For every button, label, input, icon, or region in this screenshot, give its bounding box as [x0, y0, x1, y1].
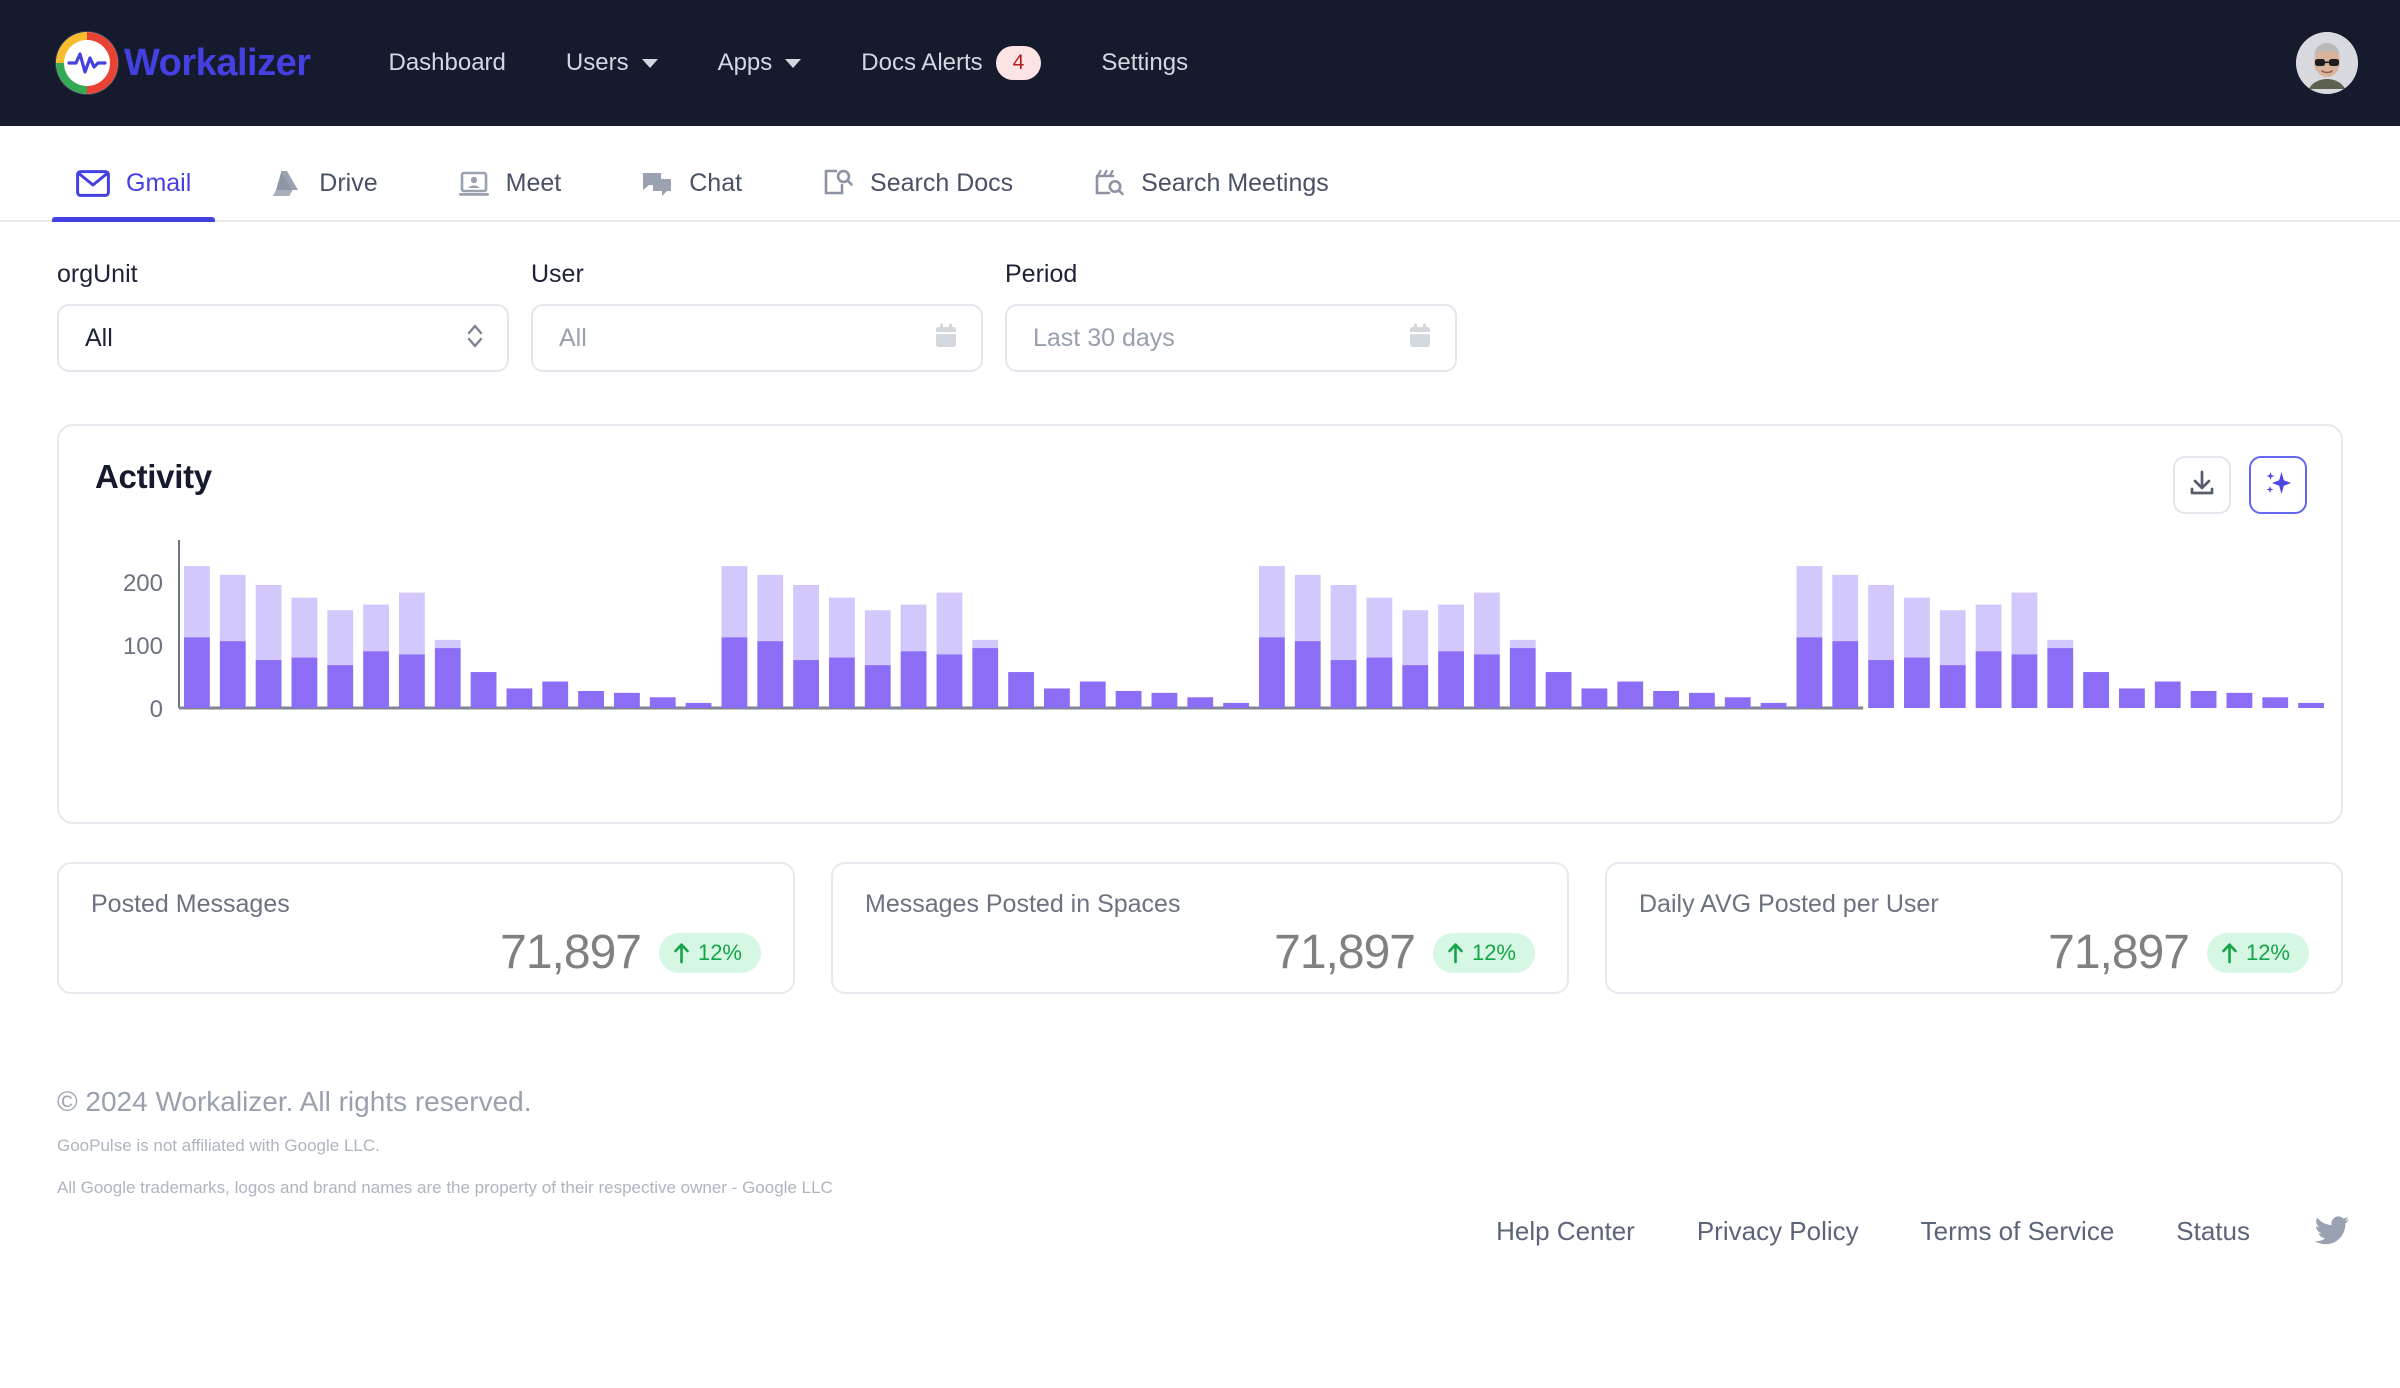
stat-card-posted-messages: Posted Messages 71,897 12% [57, 862, 795, 994]
footer-link-help-center[interactable]: Help Center [1496, 1216, 1635, 1247]
activity-title: Activity [95, 458, 212, 495]
filter-label: Period [1005, 260, 1078, 288]
docs-alerts-badge: 4 [995, 46, 1042, 80]
footer-disclaimer-1: GooPulse is not affiliated with Google L… [57, 1136, 380, 1155]
svg-text:0: 0 [150, 696, 163, 723]
nav-link-users[interactable]: Users [536, 39, 688, 87]
footer-links: Help Center Privacy Policy Terms of Serv… [1496, 1216, 2250, 1247]
stat-row: 71,897 12% [1639, 925, 2309, 980]
chevron-down-icon [785, 58, 802, 68]
activity-card-actions [2173, 456, 2307, 514]
nav-link-dashboard[interactable]: Dashboard [358, 39, 535, 87]
calendar-icon [933, 322, 959, 355]
tab-gmail[interactable]: Gmail [52, 169, 216, 222]
tab-chat[interactable]: Chat [617, 169, 766, 220]
filter-label: orgUnit [57, 260, 138, 288]
orgunit-value: All [85, 323, 113, 352]
stat-card-daily-avg-posted-per-user: Daily AVG Posted per User 71,897 12% [1605, 862, 2343, 994]
activity-card: Activity 0 100 200 [57, 424, 2343, 824]
ai-insights-button[interactable] [2249, 456, 2307, 514]
period-input[interactable]: Last 30 days [1005, 304, 1457, 372]
twitter-link[interactable] [2314, 1216, 2350, 1246]
tab-label: Chat [689, 169, 743, 197]
nav-link-docs-alerts[interactable]: Docs Alerts 4 [831, 36, 1071, 89]
footer-link-privacy-policy[interactable]: Privacy Policy [1697, 1216, 1859, 1247]
nav-link-label: Apps [717, 49, 773, 76]
tab-label: Gmail [126, 169, 192, 197]
footer-link-status[interactable]: Status [2176, 1216, 2250, 1247]
filter-label: User [531, 260, 584, 288]
stat-delta: 12% [697, 939, 742, 965]
arrow-up-icon [2221, 942, 2238, 964]
stat-cards: Posted Messages 71,897 12% Messages Post… [0, 824, 2400, 994]
user-value: All [559, 323, 587, 352]
drive-icon [271, 170, 303, 198]
avatar[interactable] [2296, 32, 2358, 94]
chevron-updown-icon [465, 320, 485, 357]
gmail-icon [76, 170, 110, 197]
app-tabbar: Gmail Drive Meet Chat Search Docs Search… [0, 126, 2400, 222]
user-input[interactable]: All [531, 304, 983, 372]
arrow-up-icon [1447, 942, 1464, 964]
stat-delta: 12% [2245, 939, 2290, 965]
stat-delta: 12% [1471, 939, 1516, 965]
svg-text:100: 100 [123, 633, 163, 660]
search-meetings-icon [1093, 168, 1125, 198]
tab-label: Meet [505, 169, 562, 197]
tab-meet[interactable]: Meet [434, 169, 586, 220]
filter-user: User All [531, 260, 983, 372]
sparkle-icon [2263, 468, 2293, 503]
download-icon [2187, 468, 2217, 503]
activity-chart-svg[interactable]: 0 100 200 [59, 536, 2339, 736]
footer-copyright: © 2024 Workalizer. All rights reserved. [57, 1086, 532, 1117]
filter-bar: orgUnit All User All Period Last 30 days [0, 222, 2400, 372]
chevron-down-icon [641, 58, 658, 68]
orgunit-select[interactable]: All [57, 304, 509, 372]
tab-drive[interactable]: Drive [247, 169, 401, 220]
status-badge: 12% [658, 932, 761, 973]
stat-value: 71,897 [500, 926, 642, 979]
nav-link-settings[interactable]: Settings [1071, 39, 1218, 87]
search-docs-icon [822, 168, 854, 198]
nav-link-label: Settings [1101, 49, 1189, 76]
stat-label: Daily AVG Posted per User [1639, 890, 1939, 918]
period-value: Last 30 days [1033, 323, 1175, 352]
workalizer-logo-icon [56, 32, 118, 94]
nav-links: Dashboard Users Apps Docs Alerts 4 Setti… [358, 36, 1218, 89]
stat-value: 71,897 [1274, 926, 1416, 979]
brand-name: Workalizer [124, 41, 311, 84]
status-badge: 12% [1432, 932, 1535, 973]
brand-logo-group[interactable]: Workalizer [56, 32, 311, 94]
tab-label: Drive [319, 169, 378, 197]
stat-row: 71,897 12% [865, 925, 1535, 980]
chat-icon [641, 170, 673, 198]
stat-row: 71,897 12% [91, 925, 761, 980]
filter-period: Period Last 30 days [1005, 260, 1457, 372]
download-button[interactable] [2173, 456, 2231, 514]
tab-search-docs[interactable]: Search Docs [798, 168, 1037, 220]
stat-label: Messages Posted in Spaces [865, 890, 1181, 918]
filter-orgunit: orgUnit All [57, 260, 509, 372]
tab-search-meetings[interactable]: Search Meetings [1069, 168, 1353, 220]
nav-link-apps[interactable]: Apps [688, 39, 832, 87]
svg-text:200: 200 [123, 570, 163, 597]
stat-value: 71,897 [2048, 926, 2190, 979]
nav-link-label: Docs Alerts [861, 49, 983, 76]
footer-link-terms-of-service[interactable]: Terms of Service [1921, 1216, 2115, 1247]
nav-link-label: Users [565, 49, 629, 76]
calendar-icon [1407, 322, 1433, 355]
tab-label: Search Docs [870, 168, 1014, 197]
status-badge: 12% [2206, 932, 2309, 973]
arrow-up-icon [673, 942, 690, 964]
twitter-icon [2314, 1216, 2350, 1246]
footer: © 2024 Workalizer. All rights reserved. … [0, 994, 2400, 1246]
activity-chart: 0 100 200 [59, 536, 2341, 796]
tab-label: Search Meetings [1141, 168, 1329, 197]
meet-icon [458, 170, 490, 198]
nav-link-label: Dashboard [388, 49, 506, 76]
footer-disclaimer-2: All Google trademarks, logos and brand n… [57, 1178, 833, 1197]
stat-card-messages-posted-in-spaces: Messages Posted in Spaces 71,897 12% [831, 862, 1569, 994]
stat-label: Posted Messages [91, 890, 290, 918]
top-navbar: Workalizer Dashboard Users Apps Docs Ale… [0, 0, 2400, 126]
